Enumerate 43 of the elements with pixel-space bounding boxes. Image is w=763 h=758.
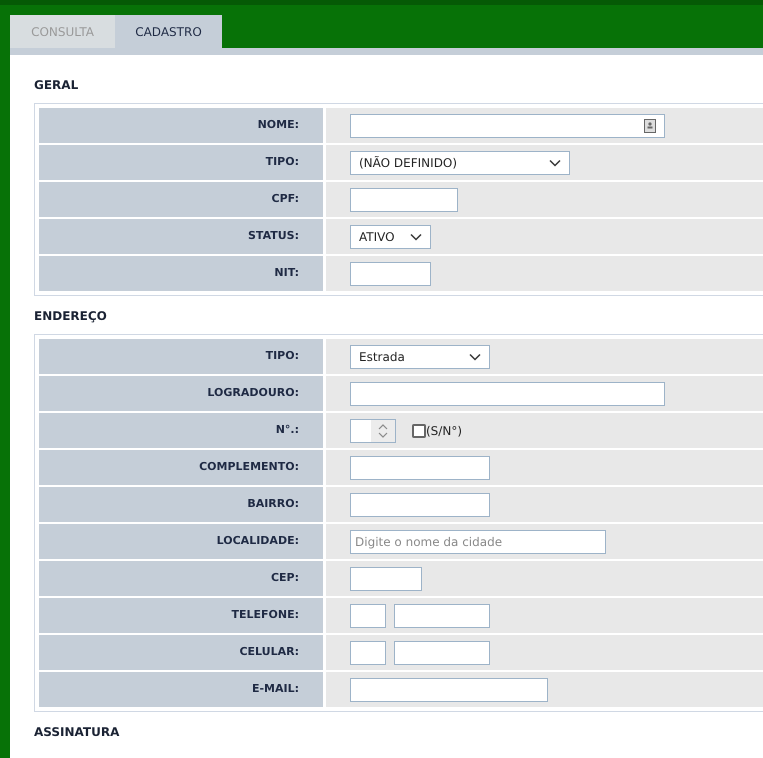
phone-number-field[interactable] [394,640,490,664]
field-label: CELULAR: [39,635,323,670]
input-field[interactable] [350,456,490,480]
phone-number-field[interactable] [394,604,490,628]
field-label: TIPO: [39,339,323,374]
checkbox[interactable] [412,424,426,438]
field-label: TELEFONE: [39,598,323,633]
tab[interactable]: CADASTRO [115,15,222,48]
input-field[interactable] [350,262,431,286]
chevron-down-icon [549,158,561,166]
field-label: NOME: [39,108,323,143]
chevron-down-icon [410,232,422,240]
select-dropdown[interactable]: (NÃO DEFINIDO) [350,150,570,174]
field-label: E-MAIL: [39,672,323,707]
select-dropdown[interactable]: Estrada [350,344,490,368]
field-label: STATUS: [39,219,323,254]
field-label: BAIRRO: [39,487,323,522]
field-label: LOGRADOURO: [39,376,323,411]
number-spinner[interactable] [350,418,396,442]
section-heading: ENDEREÇO [34,308,108,324]
input-field[interactable]: Digite o nome da cidade [350,530,606,554]
field-label: N°.: [39,413,323,448]
input-field[interactable] [350,566,422,590]
field-label: NIT: [39,256,323,291]
area-code-field[interactable] [350,604,386,628]
field-label: COMPLEMENTO: [39,450,323,485]
contact-card-icon [644,118,656,132]
field-label: TIPO: [39,145,323,180]
field-label: CEP: [39,561,323,596]
field-label: LOCALIDADE: [39,524,323,559]
input-field[interactable] [350,188,458,212]
section-heading: ASSINATURA [34,724,120,740]
input-field[interactable] [350,678,548,702]
section-heading: GERAL [34,77,80,93]
select-dropdown[interactable]: ATIVO [350,224,431,248]
input-field[interactable] [350,492,490,516]
spinner-arrows-icon [378,422,388,438]
area-code-field[interactable] [350,640,386,664]
chevron-down-icon [469,352,481,360]
input-field[interactable] [350,114,665,138]
checkbox-label: (S/N°) [426,422,462,440]
input-field[interactable] [350,382,665,406]
field-label: CPF: [39,182,323,217]
